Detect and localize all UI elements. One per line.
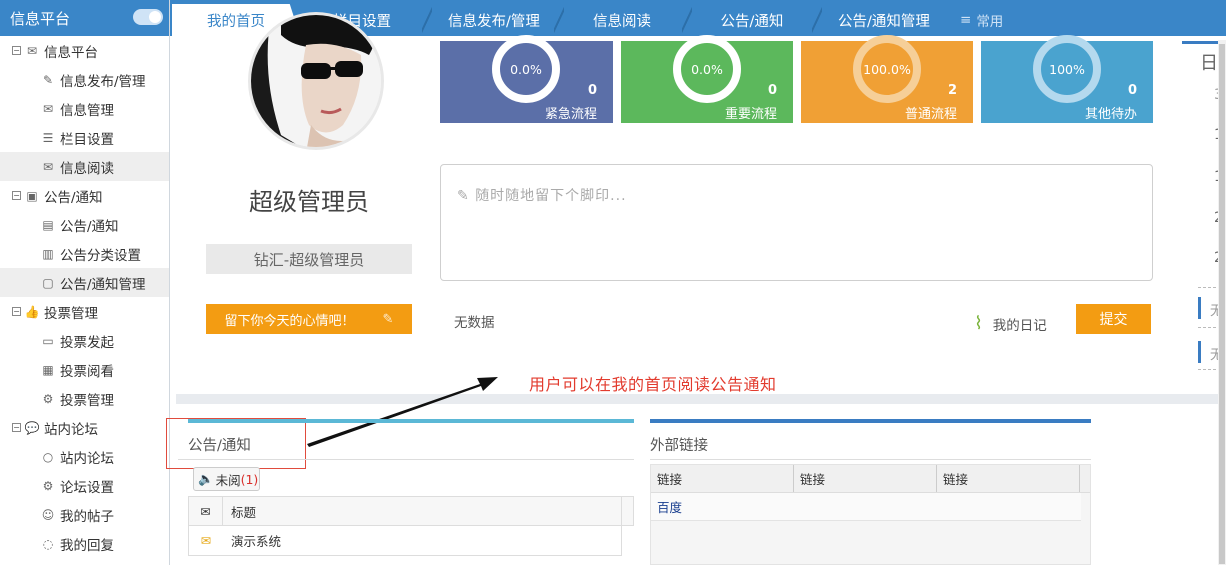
column-header-title[interactable]: 标题	[223, 502, 621, 521]
links-table-header: 链接 链接 链接	[651, 465, 1090, 493]
links-panel-title: 外部链接	[650, 438, 708, 454]
column-header-link[interactable]: 链接	[651, 465, 794, 492]
unread-mail-icon: ✉	[200, 533, 212, 548]
notice-row-title[interactable]: 演示系统	[223, 531, 281, 550]
links-table: 链接 链接 链接 百度	[650, 464, 1091, 565]
column-header-link[interactable]: 链接	[937, 465, 1080, 492]
notice-table-header: ✉ 标题	[188, 496, 634, 526]
scrollbar-thumb[interactable]	[1219, 44, 1225, 564]
links-panel-bar	[650, 419, 1091, 423]
unread-label: 未阅	[215, 472, 241, 488]
table-row[interactable]: ✉ 演示系统	[188, 526, 622, 556]
unread-count: (1)	[240, 471, 259, 487]
header-envelope-icon: ✉	[189, 497, 223, 525]
column-header-link[interactable]: 链接	[794, 465, 937, 492]
unread-filter-button[interactable]: 🔈 未阅 (1)	[193, 467, 260, 491]
link-row[interactable]: 百度	[651, 493, 1081, 521]
links-panel-divider	[650, 459, 1091, 460]
notice-table: ✉ 标题 ✉ 演示系统	[188, 496, 634, 556]
page-scrollbar[interactable]	[1218, 40, 1226, 565]
notice-panel-divider	[178, 459, 634, 460]
notice-panel-bar	[188, 419, 634, 423]
speaker-icon: 🔈	[198, 471, 214, 486]
notice-panel-title: 公告/通知	[188, 438, 251, 454]
column-resize-handle	[621, 497, 633, 525]
